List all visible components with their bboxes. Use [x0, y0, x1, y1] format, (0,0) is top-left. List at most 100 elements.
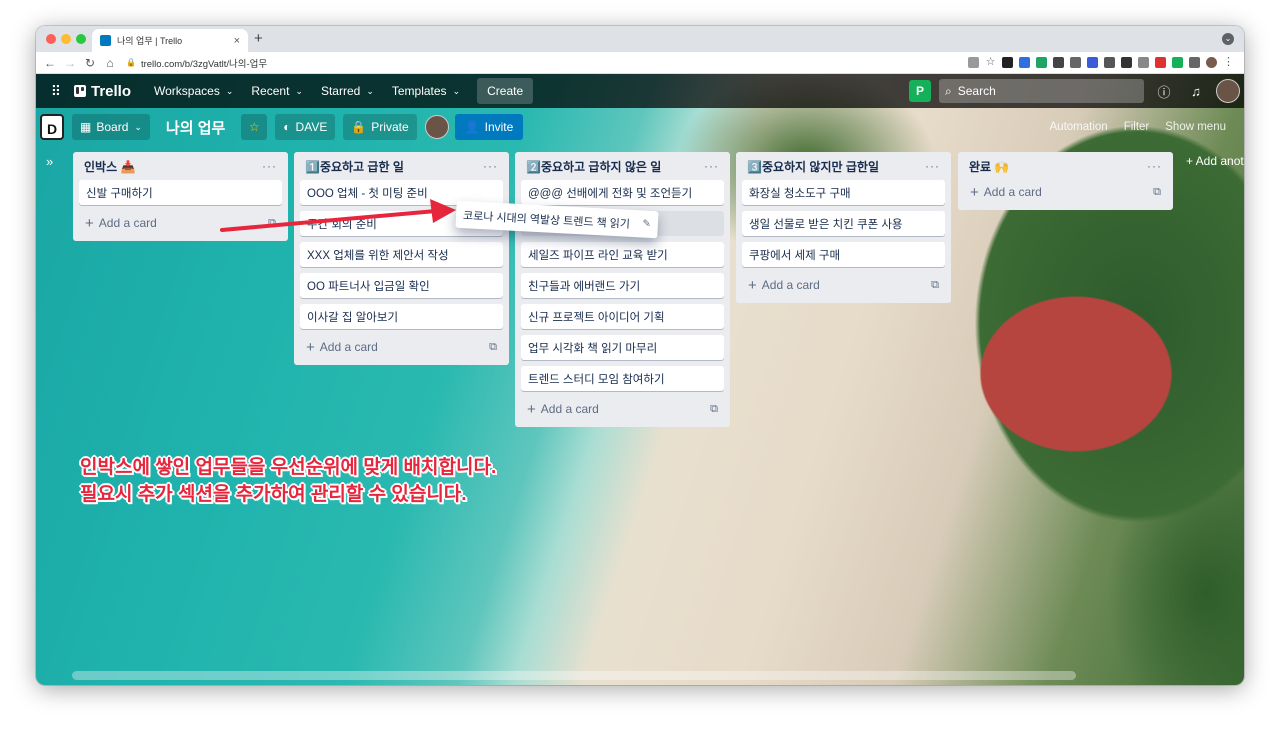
expand-sidebar-icon[interactable]: » [46, 154, 53, 169]
card[interactable]: OO 파트너사 입금일 확인 [300, 273, 503, 298]
zoom-window-button[interactable] [76, 34, 86, 44]
create-button[interactable]: Create [477, 78, 534, 104]
list-important-not-urgent: 2️⃣중요하고 급하지 않은 일 ··· @@@ 선배에게 전화 및 조언듣기 세… [515, 152, 730, 427]
tab-search-icon[interactable]: ⌄ [1222, 33, 1234, 45]
card[interactable]: 업무 시각화 책 읽기 마무리 [521, 335, 724, 360]
add-card-button[interactable]: + Add a card ⧉ [964, 180, 1167, 204]
extension-icon[interactable] [1121, 57, 1132, 68]
filter-button[interactable]: Filter [1124, 121, 1150, 133]
card[interactable]: @@@ 선배에게 전화 및 조언듣기 [521, 180, 724, 205]
list-title[interactable]: 2️⃣중요하고 급하지 않은 일 [526, 158, 661, 175]
extension-icon[interactable] [1172, 57, 1183, 68]
list-done: 완료 🙌 ··· + Add a card ⧉ [958, 152, 1173, 210]
puzzle-icon[interactable] [1189, 57, 1200, 68]
automation-button[interactable]: Automation [1050, 121, 1108, 133]
extension-icon[interactable] [1070, 57, 1081, 68]
bookmark-star-icon[interactable]: ☆ [985, 57, 996, 68]
add-card-button[interactable]: + Add a card ⧉ [742, 273, 945, 297]
workspaces-menu[interactable]: Workspaces ⌄ [145, 78, 242, 104]
plus-icon: + [748, 276, 757, 294]
add-card-button[interactable]: + Add a card ⧉ [79, 211, 282, 235]
extension-icon[interactable] [1002, 57, 1013, 68]
card[interactable]: 쿠팡에서 세제 구매 [742, 242, 945, 267]
card[interactable]: 화장실 청소도구 구매 [742, 180, 945, 205]
back-icon[interactable]: ← [40, 56, 60, 70]
card[interactable]: 생일 선물로 받은 치킨 쿠폰 사용 [742, 211, 945, 236]
extension-icon[interactable] [1036, 57, 1047, 68]
list-title[interactable]: 인박스 📥 [84, 158, 135, 175]
list-menu-icon[interactable]: ··· [262, 159, 277, 173]
info-icon[interactable]: ⓘ [1152, 82, 1176, 101]
board-header: D ▦ Board ⌄ 나의 업무 ☆ ◐ DAVE 🔒 Private 👤 Invite… [36, 108, 1244, 146]
starred-menu[interactable]: Starred ⌄ [312, 78, 383, 104]
extension-icon[interactable] [1087, 57, 1098, 68]
notification-bell-icon[interactable]: ♫ [1184, 84, 1208, 99]
templates-menu[interactable]: Templates ⌄ [383, 78, 469, 104]
forward-icon[interactable]: → [60, 56, 80, 70]
card[interactable]: 친구들과 에버랜드 가기 [521, 273, 724, 298]
recent-menu[interactable]: Recent ⌄ [242, 78, 312, 104]
card[interactable]: XXX 업체를 위한 제안서 작성 [300, 242, 503, 267]
list-title[interactable]: 완료 🙌 [969, 158, 1009, 175]
tab-close-icon[interactable]: × [234, 35, 240, 47]
trello-logo-icon [74, 85, 86, 97]
board-view-switcher[interactable]: ▦ Board ⌄ [72, 114, 150, 140]
search-icon: ⌕ [945, 83, 952, 98]
list-urgent-important: 1️⃣중요하고 급한 일 ··· OOO 업체 - 첫 미팅 준비 주간 회의 준… [294, 152, 509, 365]
extension-icon[interactable] [1155, 57, 1166, 68]
chevron-down-icon: ⌄ [134, 121, 142, 132]
list-menu-icon[interactable]: ··· [925, 159, 940, 173]
chevron-down-icon: ⌄ [295, 85, 303, 96]
address-bar[interactable]: 🔒 trello.com/b/3zgVatlt/나의-업무 [126, 56, 267, 70]
show-menu-button[interactable]: Show menu [1165, 121, 1226, 133]
kebab-menu-icon[interactable]: ⋮ [1223, 57, 1234, 68]
extension-icon[interactable] [1053, 57, 1064, 68]
list-title[interactable]: 1️⃣중요하고 급한 일 [305, 158, 404, 175]
extension-icon[interactable] [1019, 57, 1030, 68]
list-inbox: 인박스 📥 ··· 신발 구매하기 + Add a card ⧉ [73, 152, 288, 241]
close-window-button[interactable] [46, 34, 56, 44]
list-menu-icon[interactable]: ··· [483, 159, 498, 173]
list-menu-icon[interactable]: ··· [704, 159, 719, 173]
annotation-text: 인박스에 쌓인 업무들을 우선순위에 맞게 배치합니다. 필요시 추가 섹션을 … [80, 457, 497, 505]
card[interactable]: 트렌드 스터디 모임 참여하기 [521, 366, 724, 391]
profile-avatar[interactable] [1206, 57, 1217, 68]
star-icon[interactable]: ☆ [241, 114, 268, 140]
browser-tab[interactable]: 나의 업무 | Trello × [92, 29, 248, 52]
add-list-button[interactable]: + Add another list [1186, 154, 1244, 168]
chevron-down-icon: ⌄ [452, 85, 461, 96]
power-up-icon[interactable]: P [909, 80, 931, 102]
zoom-icon[interactable] [968, 57, 979, 68]
new-tab-button[interactable]: + [254, 30, 263, 47]
workspace-logo[interactable]: D [40, 114, 64, 140]
workspace-button[interactable]: ◐ DAVE [275, 114, 336, 140]
reload-icon[interactable]: ↻ [80, 56, 100, 70]
list-title[interactable]: 3️⃣중요하지 않지만 급한일 [747, 158, 879, 175]
extension-icon[interactable] [1138, 57, 1149, 68]
list-header: 1️⃣중요하고 급한 일 ··· [300, 152, 503, 180]
home-icon[interactable]: ⌂ [100, 56, 120, 70]
extension-icon[interactable] [1104, 57, 1115, 68]
card[interactable]: 세일즈 파이프 라인 교육 받기 [521, 242, 724, 267]
add-card-button[interactable]: + Add a card ⧉ [300, 335, 503, 359]
plus-icon: + [970, 183, 979, 201]
minimize-window-button[interactable] [61, 34, 71, 44]
trello-logo[interactable]: Trello [74, 83, 131, 100]
card[interactable]: 이사갈 집 알아보기 [300, 304, 503, 329]
search-input[interactable]: ⌕ Search [939, 79, 1144, 103]
visibility-button[interactable]: 🔒 Private [343, 114, 417, 140]
board-scrollbar[interactable] [72, 671, 1076, 680]
member-avatar[interactable] [424, 115, 449, 139]
list-menu-icon[interactable]: ··· [1147, 159, 1162, 173]
add-card-button[interactable]: + Add a card ⧉ [521, 397, 724, 421]
tab-title: 나의 업무 | Trello [117, 36, 183, 46]
edit-pencil-icon[interactable]: ✎ [642, 218, 651, 229]
card[interactable]: 신규 프로젝트 아이디어 기획 [521, 304, 724, 329]
invite-button[interactable]: 👤 Invite [454, 114, 524, 140]
avatar[interactable] [1216, 79, 1240, 103]
template-icon: ⧉ [931, 278, 939, 291]
app-switcher-icon[interactable]: ⠿ [44, 83, 68, 100]
board-title[interactable]: 나의 업무 [158, 117, 233, 138]
add-user-icon: 👤 [464, 120, 480, 134]
card[interactable]: 신발 구매하기 [79, 180, 282, 205]
